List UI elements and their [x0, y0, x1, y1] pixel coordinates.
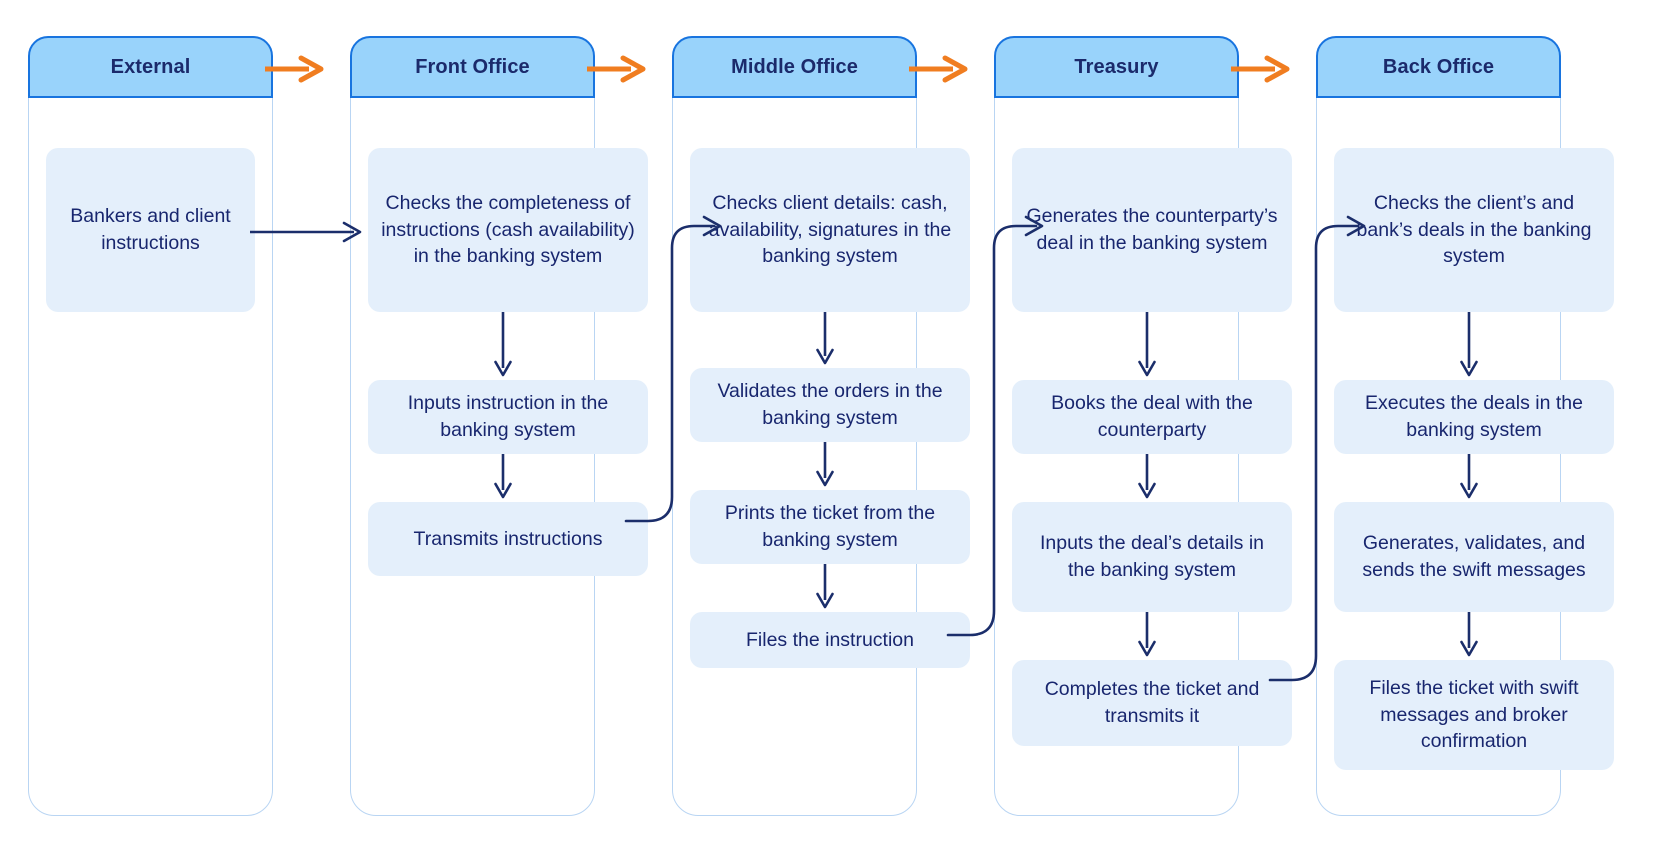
swimlane-front-office: Front Office Checks the completeness of … [350, 36, 648, 816]
step-label: Checks the completeness of instructions … [381, 191, 635, 268]
swimlane-title-back-office: Back Office [1382, 55, 1495, 78]
arrow-checks-details-to-validates [812, 312, 838, 368]
lane-arrow-middle-office-to-treasury [909, 55, 971, 83]
step-bankers-and-client-instructions[interactable]: Bankers and client instructions [46, 148, 255, 312]
arrow-inputs-to-transmits [490, 454, 516, 502]
step-label: Inputs instruction in the banking system [407, 392, 609, 441]
lane-arrow-treasury-to-back-office [1231, 55, 1293, 83]
swimlane-external: External Bankers and client instructions [28, 36, 273, 816]
swimlane-header-treasury[interactable]: Treasury [994, 36, 1239, 98]
connector-transmits-to-checks-client-details [624, 212, 746, 532]
swimlane-title-external: External [110, 55, 191, 78]
step-inputs-instruction[interactable]: Inputs instruction in the banking system [368, 380, 648, 454]
step-files-the-instruction[interactable]: Files the instruction [690, 612, 970, 668]
swimlane-header-front-office[interactable]: Front Office [350, 36, 595, 98]
arrow-validates-to-prints [812, 442, 838, 490]
arrow-inputs-details-to-completes [1134, 612, 1160, 660]
swimlane-header-back-office[interactable]: Back Office [1316, 36, 1561, 98]
lane-arrow-front-office-to-middle-office [587, 55, 649, 83]
step-label: Files the instruction [746, 628, 914, 651]
arrow-books-to-inputs-details [1134, 454, 1160, 502]
step-label: Transmits instructions [413, 527, 603, 550]
step-label: Completes the ticket and transmits it [1044, 678, 1260, 727]
arrow-prints-to-files [812, 564, 838, 612]
connector-completes-ticket-to-checks-deals [1268, 212, 1390, 712]
step-checks-completeness[interactable]: Checks the completeness of instructions … [368, 148, 648, 312]
swimlane-header-external[interactable]: External [28, 36, 273, 98]
step-label: Bankers and client instructions [70, 205, 231, 254]
swimlane-title-middle-office: Middle Office [731, 55, 858, 78]
swimlane-title-front-office: Front Office [415, 55, 530, 78]
arrow-executes-to-generates-swift [1456, 454, 1482, 502]
arrow-checks-to-inputs [490, 312, 516, 380]
arrow-checks-deals-to-executes [1456, 312, 1482, 380]
step-transmits-instructions[interactable]: Transmits instructions [368, 502, 648, 576]
process-diagram-canvas: External Bankers and client instructions… [0, 0, 1672, 844]
swimlane-title-treasury: Treasury [1074, 55, 1159, 78]
arrow-generates-swift-to-files-ticket [1456, 612, 1482, 660]
connector-files-instruction-to-generates-deal [946, 212, 1068, 652]
lane-arrow-external-to-front-office [265, 55, 327, 83]
arrow-generates-to-books [1134, 312, 1160, 380]
step-completes-the-ticket[interactable]: Completes the ticket and transmits it [1012, 660, 1292, 746]
swimlane-header-middle-office[interactable]: Middle Office [672, 36, 917, 98]
connector-bankers-to-checks-completeness [250, 218, 370, 246]
